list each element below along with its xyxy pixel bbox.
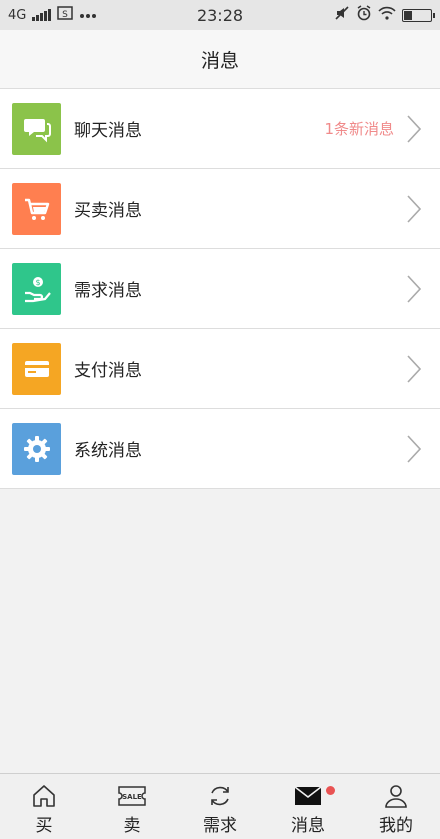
tab-label: 买 [35, 816, 53, 836]
tab-buy[interactable]: 买 [0, 774, 88, 839]
chevron-right-icon [402, 189, 426, 229]
tab-demand[interactable]: 需求 [176, 774, 264, 839]
row-label: 系统消息 [74, 441, 142, 461]
sale-tag-text: SALE [122, 793, 142, 801]
tab-mine[interactable]: 我的 [352, 774, 440, 839]
chat-bubbles-icon [12, 102, 61, 155]
gear-icon [12, 422, 61, 475]
sale-tag-icon: SALE [116, 780, 148, 812]
tab-label: 消息 [291, 816, 325, 836]
card-icon [12, 342, 61, 395]
svg-text:$: $ [35, 278, 40, 287]
row-label: 支付消息 [74, 361, 142, 381]
alarm-icon [356, 5, 372, 25]
status-right [334, 5, 435, 25]
sim-icon: S [57, 6, 74, 24]
network-type: 4G [8, 7, 27, 23]
battery-icon [402, 8, 435, 22]
hand-coin-icon: $ [12, 262, 61, 315]
chevron-right-icon [402, 349, 426, 389]
cart-icon [12, 182, 61, 235]
notification-dot [326, 786, 335, 795]
chevron-right-icon [402, 269, 426, 309]
home-icon [28, 780, 60, 812]
message-row-demand[interactable]: $ 需求消息 [0, 249, 440, 329]
row-label: 需求消息 [74, 281, 142, 301]
status-bar: 4G S 23:28 [0, 0, 440, 30]
new-message-badge: 1条新消息 [324, 120, 394, 138]
tab-label: 我的 [379, 816, 413, 836]
tab-label: 卖 [123, 816, 141, 836]
signal-icon [32, 9, 52, 21]
more-dots-icon [79, 8, 97, 23]
message-row-payment[interactable]: 支付消息 [0, 329, 440, 409]
tab-sell[interactable]: SALE 卖 [88, 774, 176, 839]
tab-messages[interactable]: 消息 [264, 774, 352, 839]
message-row-system[interactable]: 系统消息 [0, 409, 440, 489]
status-left: 4G S [8, 6, 97, 24]
chevron-right-icon [402, 429, 426, 469]
wifi-icon [378, 6, 396, 24]
tab-label: 需求 [203, 816, 237, 836]
mute-icon [334, 5, 350, 25]
message-row-chat[interactable]: 聊天消息 1条新消息 [0, 89, 440, 169]
page-header: 消息 [0, 30, 440, 89]
envelope-icon [292, 780, 324, 812]
user-icon [380, 780, 412, 812]
refresh-icon [204, 780, 236, 812]
page-title: 消息 [200, 49, 239, 72]
bottom-tab-bar: 买 SALE 卖 需求 消息 我的 [0, 773, 440, 839]
svg-text:S: S [63, 10, 69, 20]
row-label: 聊天消息 [74, 121, 142, 141]
chevron-right-icon [402, 109, 426, 149]
row-label: 买卖消息 [74, 201, 142, 221]
message-list: 聊天消息 1条新消息 买卖消息 $ 需求消息 支付消息 系统消息 [0, 89, 440, 489]
message-row-trade[interactable]: 买卖消息 [0, 169, 440, 249]
